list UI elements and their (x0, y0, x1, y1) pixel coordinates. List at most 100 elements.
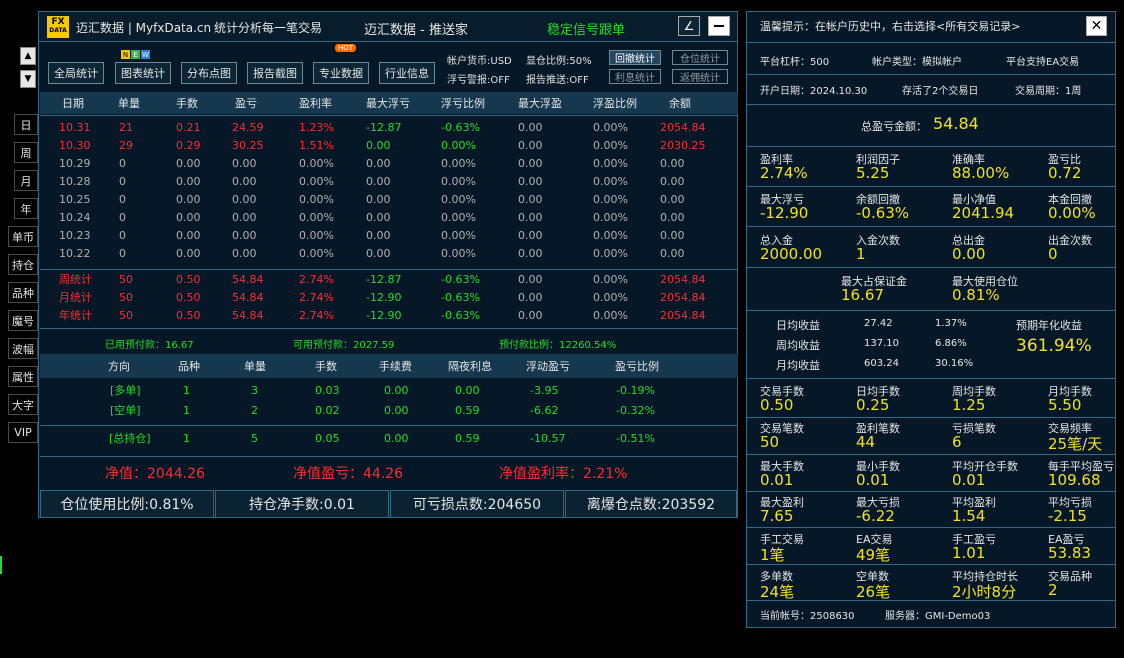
position-cell-6: -6.62 (530, 404, 559, 417)
daily-cell-8: 0.00% (593, 121, 628, 134)
display-ratio-option[interactable]: 显仓比例:50% (526, 52, 592, 67)
daily-cell-6: -0.63% (441, 121, 480, 134)
daily-row: 10.28 0 0.00 0.00 0.00% 0.00 0.00% 0.00 0.00% 0.0… (40, 173, 738, 191)
edit-icon[interactable]: ∠ (678, 16, 700, 36)
daily-cell-5: 0.00 (366, 211, 391, 224)
position-total-cell-1: 1 (183, 432, 190, 445)
total-cell-0: 年统计 (59, 309, 92, 322)
daily-cell-2: 0.00 (176, 157, 201, 170)
daily-cell-3: 0.00 (232, 229, 257, 242)
total-cell-8: 0.00% (593, 309, 628, 322)
income-amount: 137.10 (864, 338, 899, 349)
drawdown-metric-value-1: -0.63% (856, 204, 910, 222)
profit-metric-value-1: 5.25 (856, 164, 890, 182)
amplitude-button[interactable]: 波幅 (8, 338, 38, 359)
size-metric-value-2: 0.01 (952, 471, 986, 489)
daily-cell-7: 0.00 (518, 157, 543, 170)
scroll-down-button[interactable]: ▼ (20, 70, 36, 88)
total-cell-5: -12.87 (366, 273, 402, 286)
income-label: 日均收益 (776, 319, 820, 332)
period-month-button[interactable]: 月 (14, 170, 38, 191)
report-push-option[interactable]: 报告推送:OFF (526, 71, 589, 86)
new-badge-w: W (141, 50, 150, 59)
float-loss-alert-option[interactable]: 浮亏警报:OFF (447, 71, 510, 86)
divider (40, 456, 738, 457)
position-cell-2: 2 (251, 404, 258, 417)
daily-cell-7: 0.00 (518, 139, 543, 152)
magic-number-button[interactable]: 魔号 (8, 310, 38, 331)
daily-cell-8: 0.00% (593, 193, 628, 206)
total-row: 年统计 50 0.50 54.84 2.74% -12.90 -0.63% 0.00 0.00%… (40, 307, 738, 325)
minimize-icon (714, 25, 724, 27)
position-total-cell-4: 0.00 (384, 432, 409, 445)
new-badge-e: E (131, 50, 140, 59)
position-usage-ratio: 仓位使用比例:0.81% (40, 490, 214, 518)
profit-metric-value-0: 2.74% (760, 164, 808, 182)
divider (747, 146, 1115, 147)
position-total-cell-2: 5 (251, 432, 258, 445)
report-screenshot-button[interactable]: 报告截图 (247, 62, 303, 84)
symbol-button[interactable]: 品种 (8, 282, 38, 303)
distribution-chart-button[interactable]: 分布点图 (181, 62, 237, 84)
industry-info-button[interactable]: 行业信息 (379, 62, 435, 84)
count-metric-value-3: 25笔/天 (1048, 435, 1103, 453)
signal-follow-link[interactable]: 稳定信号跟单 (547, 19, 625, 38)
window-title: 迈汇数据 - 推送家 (364, 23, 468, 38)
daily-cell-8: 0.00% (593, 229, 628, 242)
properties-button[interactable]: 属性 (8, 366, 38, 387)
max-margin-value: 16.67 (841, 286, 884, 304)
rebate-stats-button[interactable]: 返佣统计 (672, 69, 728, 84)
daily-cell-4: 0.00% (299, 193, 334, 206)
divider (747, 454, 1115, 455)
daily-cell-1: 0 (119, 193, 126, 206)
hot-badge: HOT (335, 44, 357, 52)
manual-ea-metric-value-0: 1笔 (760, 546, 785, 564)
daily-cell-1: 0 (119, 157, 126, 170)
single-currency-button[interactable]: 单币 (8, 226, 38, 247)
period-year-button[interactable]: 年 (14, 198, 38, 219)
divider (747, 310, 1115, 311)
daily-cell-9: 2054.84 (660, 121, 706, 134)
total-cell-3: 54.84 (232, 309, 264, 322)
drawdown-stats-button[interactable]: 回撤统计 (609, 50, 661, 65)
minimize-button[interactable] (708, 16, 730, 36)
divider (747, 564, 1115, 565)
total-cell-4: 2.74% (299, 273, 334, 286)
profit-metric-value-3: 0.72 (1048, 164, 1082, 182)
divider (40, 269, 738, 270)
vip-button[interactable]: VIP (8, 422, 38, 443)
annual-return-label: 预期年化收益 (1016, 319, 1082, 332)
count-metric-value-1: 44 (856, 433, 876, 451)
profit-loss-metric-value-2: 1.54 (952, 507, 986, 525)
size-metric-value-0: 0.01 (760, 471, 794, 489)
global-stats-button[interactable]: 全局统计 (48, 62, 104, 84)
period-week-button[interactable]: 周 (14, 142, 38, 163)
col-direction: 方向 (108, 360, 130, 373)
position-cell-5: 0.59 (455, 404, 480, 417)
logo-text-bottom: DATA (49, 27, 67, 34)
close-icon[interactable]: ✕ (1086, 16, 1107, 36)
period-day-button[interactable]: 日 (14, 114, 38, 135)
logo-text-top: FX (51, 17, 65, 27)
total-cell-1: 50 (119, 291, 133, 304)
divider (747, 186, 1115, 187)
col-pos-lots: 手数 (315, 360, 337, 373)
scroll-up-button[interactable]: ▲ (20, 47, 36, 65)
daily-cell-8: 0.00% (593, 139, 628, 152)
daily-cell-7: 0.00 (518, 175, 543, 188)
positions-button[interactable]: 持仓 (8, 254, 38, 275)
total-cell-9: 2054.84 (660, 309, 706, 322)
daily-cell-8: 0.00% (593, 247, 628, 260)
interest-stats-button[interactable]: 利息统计 (609, 69, 661, 84)
daily-cell-3: 24.59 (232, 121, 264, 134)
position-cell-3: 0.03 (315, 384, 340, 397)
position-stats-button[interactable]: 仓位统计 (672, 50, 728, 65)
trade-period: 交易周期：1周 (1015, 86, 1082, 97)
daily-cell-5: 0.00 (366, 157, 391, 170)
total-cell-2: 0.50 (176, 273, 201, 286)
pro-data-button[interactable]: 专业数据 (313, 62, 369, 84)
large-font-button[interactable]: 大字 (8, 394, 38, 415)
profit-loss-metric-value-3: -2.15 (1048, 507, 1087, 525)
account-currency-option[interactable]: 帐户货币:USD (447, 52, 512, 67)
chart-stats-button[interactable]: 图表统计 (115, 62, 171, 84)
